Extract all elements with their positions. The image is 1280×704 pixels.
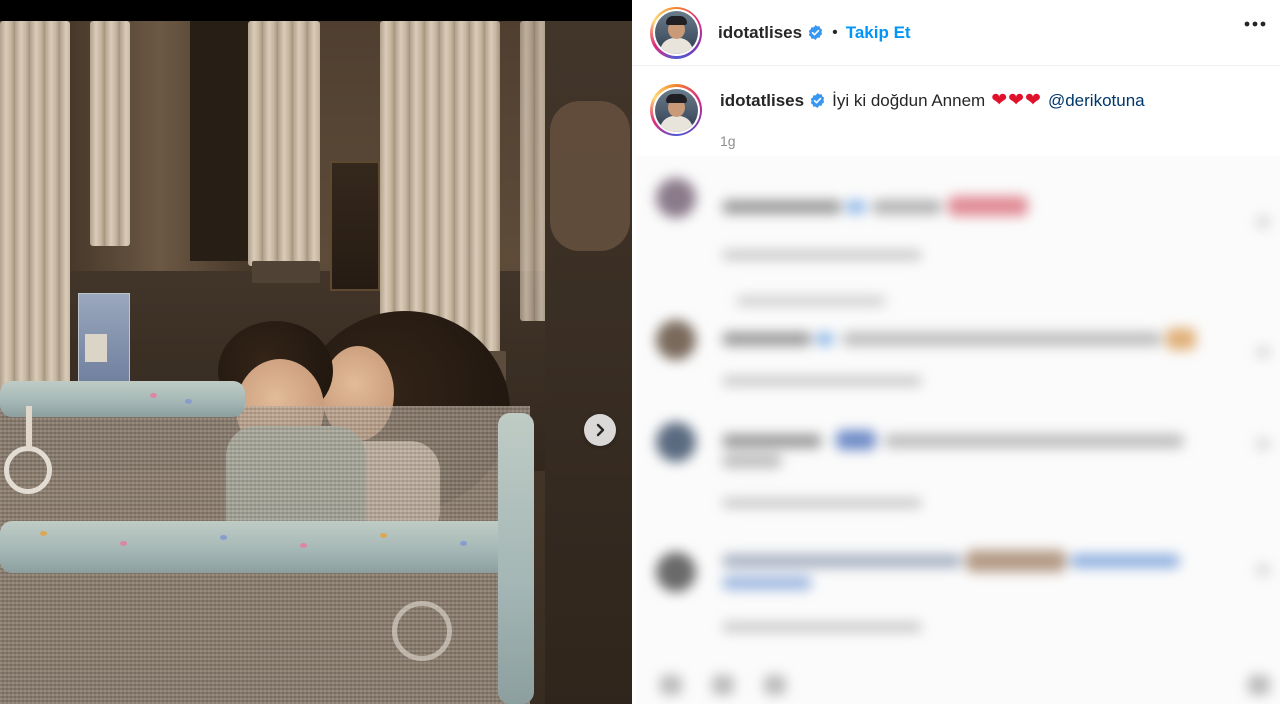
- comment-blurred: [636, 174, 1280, 306]
- header-separator: •: [832, 23, 838, 41]
- comment-blurred: [636, 538, 1280, 638]
- more-options-button[interactable]: [1242, 11, 1268, 37]
- header-author-block: idotatlises • Takip Et: [718, 23, 911, 43]
- comments-list-blurred: [636, 156, 1280, 704]
- chevron-right-icon: [596, 423, 605, 437]
- post-caption: idotatlises İyi ki doğdun Annem ❤❤❤ @deriko…: [632, 66, 1280, 156]
- post-details: idotatlises • Takip Et idotatlises İyi ki…: [632, 0, 1280, 704]
- caption-text: İyi ki doğdun Annem: [832, 91, 986, 110]
- caption-timestamp[interactable]: 1g: [720, 133, 736, 149]
- caption-username[interactable]: idotatlises: [720, 91, 804, 110]
- caption-mention-link[interactable]: @derikotuna: [1048, 91, 1145, 110]
- verified-badge-icon: [809, 92, 826, 109]
- caption-author-avatar[interactable]: [650, 84, 702, 136]
- post-header: idotatlises • Takip Et: [632, 0, 1280, 66]
- next-photo-button[interactable]: [584, 414, 616, 446]
- media-top-bar: [0, 0, 632, 21]
- comment-blurred: [636, 316, 1280, 386]
- header-username[interactable]: idotatlises: [718, 23, 802, 43]
- action-bar-blurred: [636, 661, 1280, 701]
- post-media[interactable]: [0, 0, 632, 704]
- post-photo[interactable]: [0, 21, 632, 704]
- more-options-icon: [1244, 21, 1266, 27]
- caption-line: idotatlises İyi ki doğdun Annem ❤❤❤ @deriko…: [720, 89, 1145, 112]
- author-avatar[interactable]: [650, 6, 702, 59]
- caption-hearts: ❤❤❤: [991, 90, 1042, 111]
- verified-badge-icon: [807, 24, 824, 41]
- follow-button[interactable]: Takip Et: [846, 23, 911, 43]
- comment-blurred: [636, 418, 1280, 518]
